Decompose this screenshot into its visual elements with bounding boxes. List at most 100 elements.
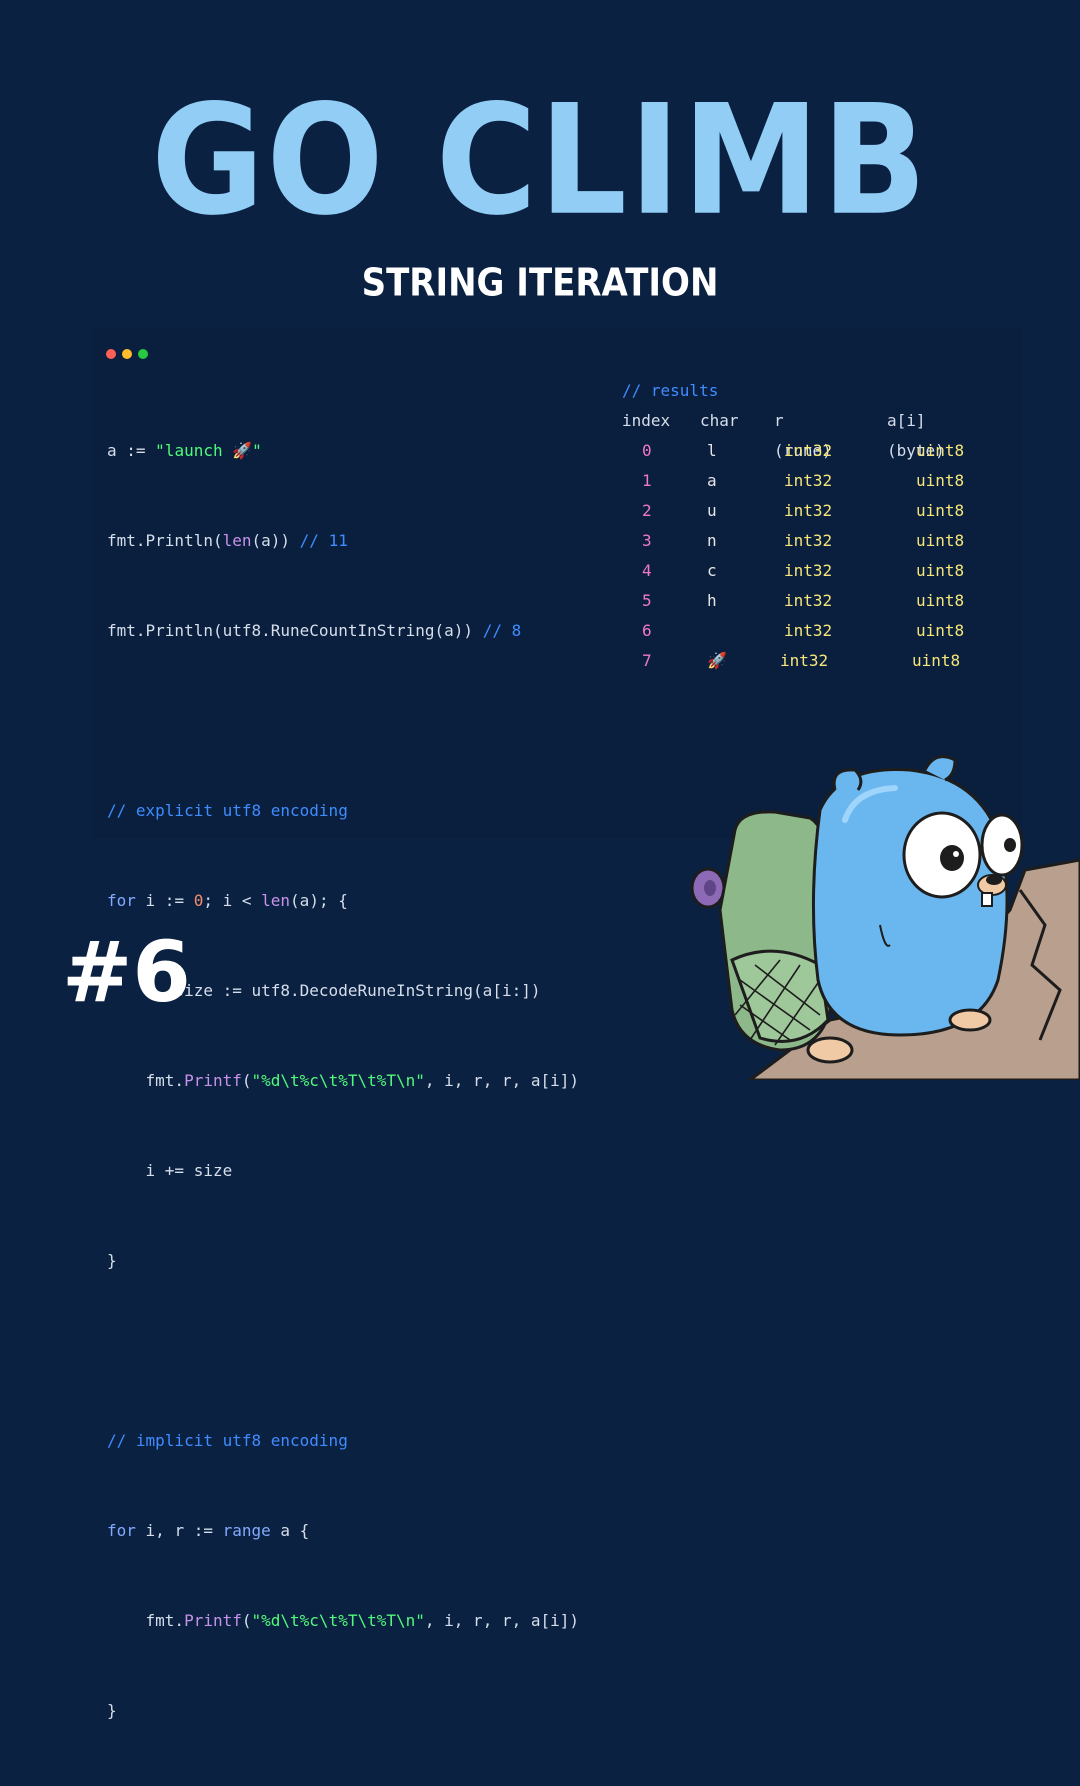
cell-rune: int32 xyxy=(784,471,833,490)
code-token: a := xyxy=(107,441,156,460)
results-comment: // results xyxy=(622,381,719,400)
code-line: } xyxy=(107,1246,579,1276)
code-token: fmt.Println( xyxy=(107,531,223,550)
code-keyword: range xyxy=(222,1521,271,1540)
code-token: i := xyxy=(135,891,194,910)
cell-rune: int32 xyxy=(784,531,833,550)
code-line: // implicit utf8 encoding xyxy=(107,1426,579,1456)
code-comment: // explicit utf8 encoding xyxy=(107,801,348,820)
code-token: ; i < xyxy=(203,891,262,910)
code-line: // explicit utf8 encoding xyxy=(107,796,579,826)
cell-rune: int32 xyxy=(784,621,833,640)
code-function: len xyxy=(222,531,252,550)
cell-byte: uint8 xyxy=(916,561,965,580)
cell-index: 6 xyxy=(642,621,652,640)
code-token: (a)) xyxy=(251,531,300,550)
code-function: Printf xyxy=(184,1611,242,1630)
code-line: for i := 0; i < len(a); { xyxy=(107,886,579,916)
close-dot-icon xyxy=(106,349,116,359)
cell-rune: int32 xyxy=(784,501,833,520)
window-controls xyxy=(106,344,154,363)
code-line: fmt.Println(len(a)) // 11 xyxy=(107,526,579,556)
code-token: , i, r, r, a[i]) xyxy=(424,1611,580,1630)
cell-index: 1 xyxy=(642,471,652,490)
code-token: ( xyxy=(241,1611,252,1630)
cell-index: 7 xyxy=(642,651,652,670)
cell-char: c xyxy=(707,561,717,580)
code-token: i, r := xyxy=(135,1521,223,1540)
cell-char: n xyxy=(707,531,717,550)
code-string: "launch 🚀" xyxy=(155,441,262,460)
code-string: "%d\t%c\t%T\t%T\n" xyxy=(251,1071,425,1090)
episode-badge: #6 xyxy=(62,923,191,1021)
cell-byte: uint8 xyxy=(916,501,965,520)
cell-byte: uint8 xyxy=(912,651,961,670)
page-subtitle: STRING ITERATION xyxy=(361,260,719,306)
code-function: Printf xyxy=(184,1071,242,1090)
table-row: 6 int32 uint8 xyxy=(622,616,964,646)
cell-index: 3 xyxy=(642,531,652,550)
code-token: fmt.Println(utf8.RuneCountInString(a)) xyxy=(107,621,483,640)
table-row: 2 u int32 uint8 xyxy=(622,496,964,526)
cell-byte: uint8 xyxy=(916,621,965,640)
results-header-row: index char r (rune) a[i] (byte) xyxy=(622,406,945,460)
table-row: 5 h int32 uint8 xyxy=(622,586,964,616)
code-line: for i, r := range a { xyxy=(107,1516,579,1546)
cell-byte: uint8 xyxy=(916,531,965,550)
cell-char: 🚀 xyxy=(707,651,727,670)
code-token: (a); { xyxy=(290,891,348,910)
page-title: GO CLIMB xyxy=(151,71,929,249)
code-comment: // implicit utf8 encoding xyxy=(107,1431,348,1450)
code-token: fmt. xyxy=(107,1611,185,1630)
code-block: a := "launch 🚀" fmt.Println(len(a)) // 1… xyxy=(107,376,579,1786)
cell-rune: int32 xyxy=(780,651,829,670)
cell-index: 5 xyxy=(642,591,652,610)
cell-byte: uint8 xyxy=(916,591,965,610)
maximize-dot-icon xyxy=(138,349,148,359)
code-token: i += size xyxy=(107,1161,233,1180)
code-line: } xyxy=(107,1696,579,1726)
cell-rune: int32 xyxy=(784,441,833,460)
table-row: 4 c int32 uint8 xyxy=(622,556,964,586)
cell-index: 0 xyxy=(642,441,652,460)
code-number: 0 xyxy=(193,891,204,910)
cell-rune: int32 xyxy=(784,561,833,580)
code-token: } xyxy=(107,1251,117,1270)
code-comment: // 8 xyxy=(482,621,522,640)
cell-char: u xyxy=(707,501,717,520)
code-line: i += size xyxy=(107,1156,579,1186)
gopher-mascot-icon xyxy=(690,755,1080,1080)
code-line: fmt.Printf("%d\t%c\t%T\t%T\n", i, r, r, … xyxy=(107,1066,579,1096)
code-function: len xyxy=(261,891,291,910)
code-string: "%d\t%c\t%T\t%T\n" xyxy=(251,1611,425,1630)
table-row: 0 l int32 uint8 xyxy=(622,436,964,466)
code-line: fmt.Println(utf8.RuneCountInString(a)) /… xyxy=(107,616,579,646)
cell-char: h xyxy=(707,591,717,610)
code-token: , i, r, r, a[i]) xyxy=(424,1071,580,1090)
cell-index: 4 xyxy=(642,561,652,580)
code-keyword: for xyxy=(107,891,136,910)
table-row: 7 🚀 int32 uint8 xyxy=(622,646,960,676)
code-line: fmt.Printf("%d\t%c\t%T\t%T\n", i, r, r, … xyxy=(107,1606,579,1636)
cell-byte: uint8 xyxy=(916,471,965,490)
table-row: 3 n int32 uint8 xyxy=(622,526,964,556)
code-keyword: for xyxy=(107,1521,136,1540)
code-token: ( xyxy=(241,1071,252,1090)
cell-byte: uint8 xyxy=(916,441,965,460)
header-index: index xyxy=(622,411,671,430)
code-line: a := "launch 🚀" xyxy=(107,436,579,466)
code-comment: // 11 xyxy=(299,531,348,550)
code-token: fmt. xyxy=(107,1071,185,1090)
code-token: } xyxy=(107,1701,117,1720)
cell-index: 2 xyxy=(642,501,652,520)
table-row: 1 a int32 uint8 xyxy=(622,466,964,496)
code-token: a { xyxy=(270,1521,310,1540)
minimize-dot-icon xyxy=(122,349,132,359)
header-char: char xyxy=(700,411,739,430)
results-table: // results index char r (rune) a[i] (byt… xyxy=(622,376,964,676)
cell-char: a xyxy=(707,471,717,490)
cell-char: l xyxy=(707,441,717,460)
cell-rune: int32 xyxy=(784,591,833,610)
